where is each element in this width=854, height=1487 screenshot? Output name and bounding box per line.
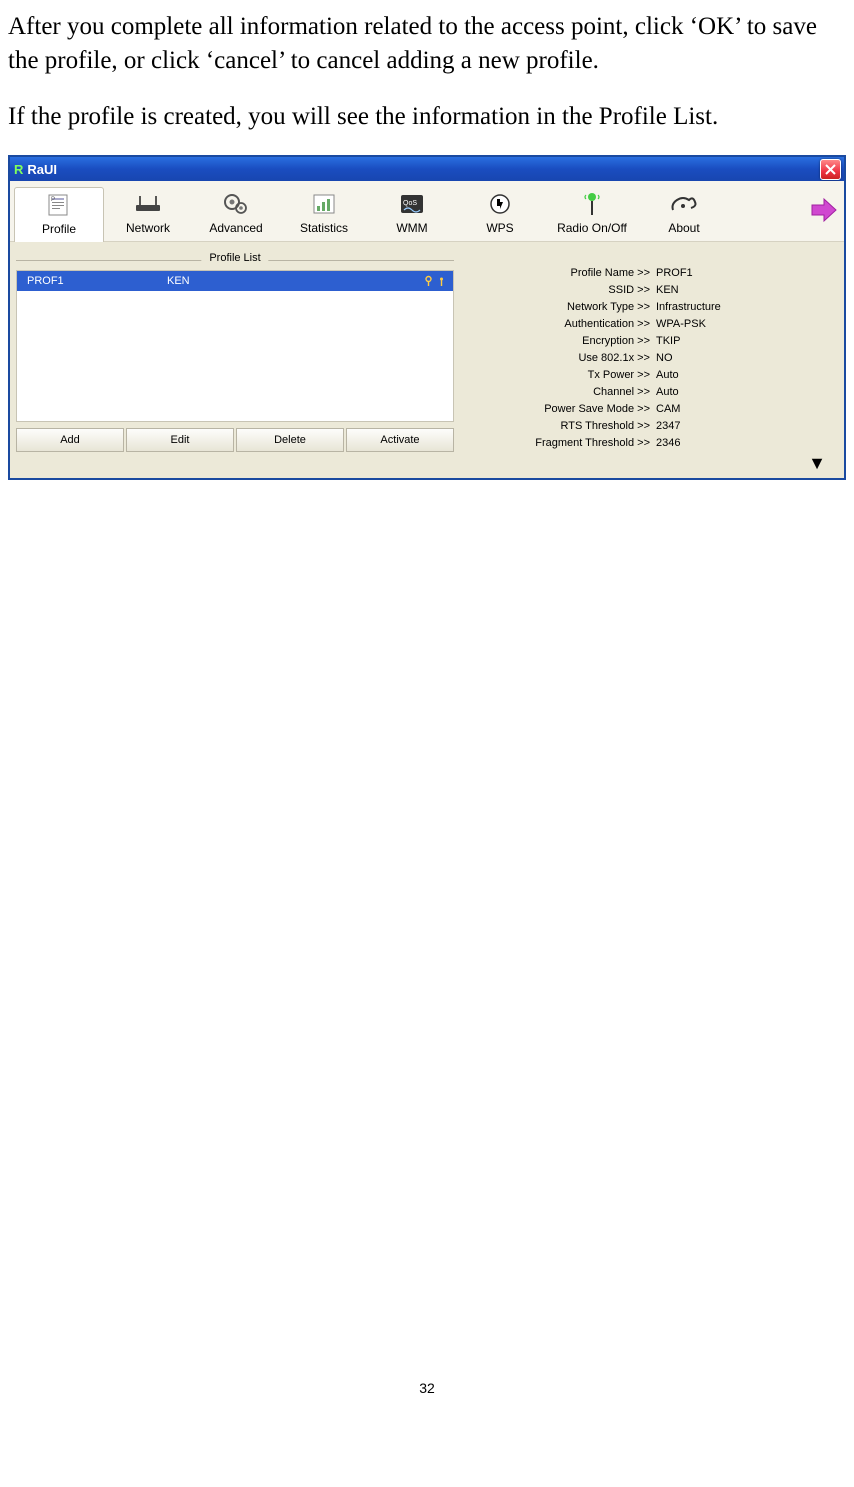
tab-statistics-label: Statistics [300,221,348,235]
close-button[interactable] [820,159,841,180]
tab-statistics[interactable]: Statistics [280,187,368,241]
detail-label: Encryption >> [460,335,654,347]
detail-value: NO [654,352,673,364]
intro-p2: If the profile is created, you will see … [8,100,846,134]
profile-list[interactable]: PROF1 KEN [16,270,454,422]
detail-label: Fragment Threshold >> [460,437,654,449]
about-icon [666,191,702,217]
profile-details: Profile Name >>PROF1 SSID >>KEN Network … [454,248,838,468]
wmm-icon: QoS [394,191,430,217]
detail-value: 2346 [654,437,680,449]
svg-text:QoS: QoS [403,200,417,207]
screenshot-window: R RaUI P Profile [8,155,846,480]
detail-label: SSID >> [460,284,654,296]
detail-value: KEN [654,284,679,296]
tab-wps[interactable]: WPS [456,187,544,241]
tab-radio-label: Radio On/Off [557,221,627,235]
detail-label: Channel >> [460,386,654,398]
tab-profile[interactable]: P Profile [14,187,104,242]
detail-value: CAM [654,403,680,415]
wps-icon [482,191,518,217]
tab-network[interactable]: Network [104,187,192,241]
tab-advanced[interactable]: Advanced [192,187,280,241]
statistics-icon [306,191,342,217]
tab-network-label: Network [126,221,170,235]
detail-label: Power Save Mode >> [460,403,654,415]
tab-about-label: About [668,221,699,235]
titlebar: R RaUI [10,157,844,181]
intro-text: After you complete all information relat… [8,10,846,133]
add-button[interactable]: Add [16,428,124,452]
detail-value: Auto [654,386,679,398]
edit-button[interactable]: Edit [126,428,234,452]
chevron-down-icon: ▼ [808,453,826,473]
detail-label: Profile Name >> [460,267,654,279]
profile-icon: P [41,192,77,218]
tab-wps-label: WPS [486,221,513,235]
intro-p1: After you complete all information relat… [8,10,846,78]
expand-button[interactable]: ▼ [808,453,826,474]
detail-label: Network Type >> [460,301,654,313]
detail-value: 2347 [654,420,680,432]
svg-text:P: P [51,197,55,203]
tab-advanced-label: Advanced [209,221,262,235]
radio-icon [574,191,610,217]
app-logo: R [14,162,23,177]
detail-label: Use 802.1x >> [460,352,654,364]
tab-wmm-label: WMM [396,221,427,235]
window-title: RaUI [27,162,57,177]
profile-row-name: PROF1 [27,275,64,287]
profile-row-ssid: KEN [167,275,190,287]
advanced-icon [218,191,254,217]
detail-value: WPA-PSK [654,318,706,330]
close-icon [825,164,836,175]
tab-wmm[interactable]: QoS WMM [368,187,456,241]
detail-value: Infrastructure [654,301,721,313]
profile-list-title: Profile List [201,252,268,264]
detail-label: Authentication >> [460,318,654,330]
page-number: 32 [8,1380,846,1396]
security-icon [423,275,434,287]
delete-button[interactable]: Delete [236,428,344,452]
detail-label: RTS Threshold >> [460,420,654,432]
profile-list-header: Profile List [16,252,454,268]
detail-value: Auto [654,369,679,381]
detail-label: Tx Power >> [460,369,654,381]
signal-icon [436,275,447,287]
network-icon [130,191,166,217]
toolbar: P Profile Network Advanced [10,181,844,242]
tab-about[interactable]: About [640,187,728,241]
toolbar-next-button[interactable] [808,195,838,225]
detail-value: PROF1 [654,267,693,279]
tab-radio[interactable]: Radio On/Off [544,187,640,241]
profile-row[interactable]: PROF1 KEN [17,271,453,291]
detail-value: TKIP [654,335,680,347]
arrow-right-icon [808,195,838,225]
activate-button[interactable]: Activate [346,428,454,452]
tab-profile-label: Profile [42,222,76,236]
